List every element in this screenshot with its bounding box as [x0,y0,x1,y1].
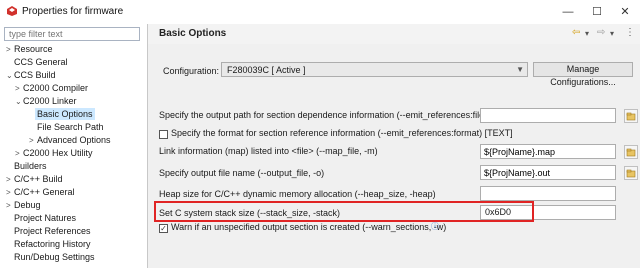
configuration-value: F280039C [ Active ] [227,65,306,75]
tree-item-label: C2000 Linker [23,96,77,106]
emit-references-field[interactable] [480,108,616,123]
chevron-right-icon[interactable]: > [29,135,37,147]
browse-button[interactable] [624,166,638,180]
map-file-field[interactable] [480,144,616,159]
close-button[interactable]: ✕ [612,2,638,22]
stack-size-highlight [154,201,534,222]
tree-item-c2000-compiler[interactable]: > C2000 Compiler [15,82,88,94]
tree-item-label: Run/Debug Settings [14,252,95,262]
view-menu-icon[interactable]: ⋮ [625,27,635,38]
tree-item-file-search-path[interactable]: File Search Path [37,121,104,133]
output-file-label: Specify output file name (--output_file,… [159,168,325,178]
info-icon[interactable]: ⓘ [431,221,439,232]
app-icon [7,6,17,16]
tree-item-label: C/C++ Build [14,174,63,184]
emit-references-format-checkbox[interactable] [159,130,168,139]
chevron-right-icon[interactable]: > [6,44,14,56]
maximize-button[interactable]: ☐ [584,2,610,22]
chevron-down-icon: ▼ [516,65,524,74]
tree-item-project-natures[interactable]: Project Natures [14,212,76,224]
tree-item-builders[interactable]: Builders [14,160,47,172]
tree-item-debug[interactable]: > Debug [6,199,41,211]
tree-item-project-references[interactable]: Project References [14,225,91,237]
tree-item-label: C2000 Hex Utility [23,148,93,158]
tree-item-cpp-build[interactable]: > C/C++ Build [6,173,63,185]
tree-item-ccs-build[interactable]: ⌄CCS Build [6,69,56,81]
warn-sections-label: Warn if an unspecified output section is… [171,222,447,232]
tree-item-label: C2000 Compiler [23,83,89,93]
page-title: Basic Options [159,28,227,39]
emit-references-format-label: Specify the format for section reference… [171,128,513,138]
tree-item-label: Resource [14,44,53,54]
chevron-right-icon[interactable]: > [15,83,23,95]
forward-history-dropdown-icon[interactable]: ▾ [610,29,614,38]
map-file-label: Link information (map) listed into <file… [159,146,378,156]
emit-references-label: Specify the output path for section depe… [159,110,488,120]
chevron-right-icon[interactable]: > [6,174,14,186]
tree-item-run-debug-settings[interactable]: Run/Debug Settings [14,251,95,263]
chevron-right-icon[interactable]: > [6,187,14,199]
output-file-field[interactable] [480,165,616,180]
tree-item-label: Project Natures [14,213,77,223]
heap-size-field[interactable] [480,186,616,201]
tree-item-label: C/C++ General [14,187,75,197]
back-arrow-icon[interactable]: ⇦ [572,27,580,38]
tree-item-label: CCS General [14,57,68,67]
tree-item-label: Basic Options [37,109,93,119]
chevron-down-icon[interactable]: ⌄ [6,70,14,82]
tree-item-resource[interactable]: > Resource [6,43,53,55]
tree-item-cpp-general[interactable]: > C/C++ General [6,186,75,198]
tree-item-label: Debug [14,200,41,210]
forward-arrow-icon[interactable]: ⇨ [597,27,605,38]
tree-item-refactoring-history[interactable]: Refactoring History [14,238,91,250]
back-history-dropdown-icon[interactable]: ▾ [585,29,589,38]
page-header: Basic Options ⇦ ▾ ⇨ ▾ ⋮ [148,24,640,44]
heap-size-label: Heap size for C/C++ dynamic memory alloc… [159,189,436,199]
tree-item-label: CCS Build [14,70,56,80]
chevron-right-icon[interactable]: > [15,148,23,160]
title-bar: Properties for firmware — ☐ ✕ [0,0,640,24]
warn-sections-checkbox[interactable]: ✓ [159,224,168,233]
window-title: Properties for firmware [22,6,124,17]
tree-item-label: Builders [14,161,47,171]
tree-item-c2000-linker[interactable]: ⌄C2000 Linker [15,95,77,107]
manage-configurations-button[interactable]: Manage Configurations... [533,62,633,87]
minimize-button[interactable]: — [555,2,581,22]
tree-item-label: Project References [14,226,91,236]
options-panel: Configuration: F280039C [ Active ] ▼ Man… [148,44,640,268]
configuration-select[interactable]: F280039C [ Active ] ▼ [221,62,528,77]
tree-item-label: File Search Path [37,122,104,132]
browse-button[interactable] [624,109,638,123]
chevron-down-icon[interactable]: ⌄ [15,96,23,108]
chevron-right-icon[interactable]: > [6,200,14,212]
browse-icon [626,169,636,178]
tree-item-label: Advanced Options [37,135,111,145]
browse-button[interactable] [624,145,638,159]
browse-icon [626,112,636,121]
tree-item-ccs-general[interactable]: CCS General [14,56,68,68]
configuration-label: Configuration: [163,66,220,76]
browse-icon [626,148,636,157]
tree-item-label: Refactoring History [14,239,91,249]
filter-input[interactable] [4,27,140,41]
tree-item-c2000-hex-utility[interactable]: > C2000 Hex Utility [15,147,93,159]
tree-item-advanced-options[interactable]: > Advanced Options [29,134,111,146]
tree-item-basic-options[interactable]: Basic Options [35,108,95,120]
